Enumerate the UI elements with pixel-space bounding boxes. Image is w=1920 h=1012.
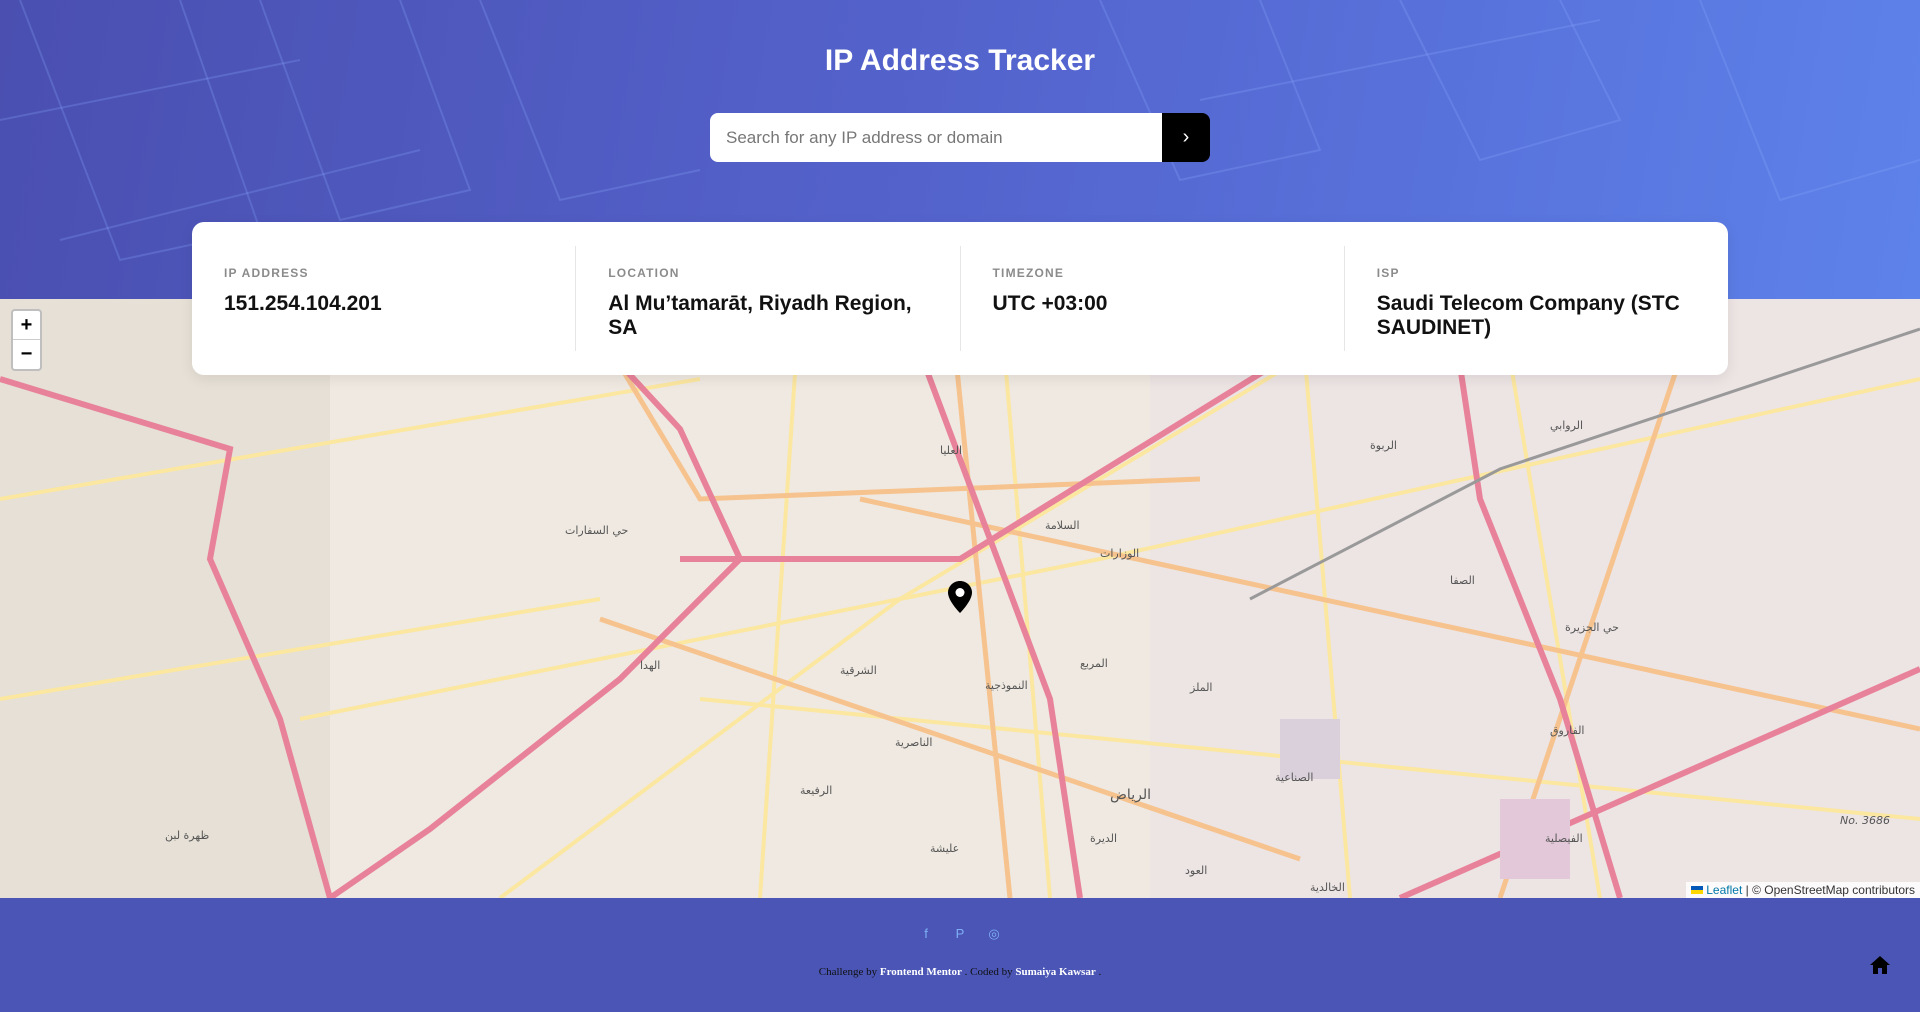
info-label: ISP — [1376, 266, 1400, 280]
map-label: No. 3686 — [1840, 814, 1890, 827]
frontend-mentor-link[interactable]: Frontend Mentor — [880, 966, 962, 978]
search-input[interactable] — [710, 113, 1162, 162]
map-label: الملز — [1189, 681, 1212, 694]
instagram-icon[interactable]: ◎ — [988, 926, 1000, 942]
info-location: LOCATION Al Mu’tamarāt, Riyadh Region, SA — [576, 246, 961, 351]
map-label: ظهرة لبن — [165, 829, 209, 842]
map-label: الرفيعة — [800, 784, 832, 797]
info-label: LOCATION — [608, 266, 680, 280]
map-label: النموذجية — [985, 679, 1028, 692]
home-icon[interactable] — [1870, 956, 1890, 974]
map-attribution: Leaflet | © OpenStreetMap contributors — [1686, 882, 1920, 898]
credit-text: Challenge by — [818, 966, 878, 978]
map-label: حي الجزيرة — [1565, 621, 1619, 634]
social-links: f P ◎ — [0, 926, 1920, 942]
map-label: الفيصلية — [1545, 832, 1583, 845]
leaflet-link[interactable]: Leaflet — [1706, 883, 1742, 897]
credit-text: . Coded by — [964, 966, 1013, 978]
info-value: UTC +03:00 — [992, 292, 1108, 315]
map-label: حي السفارات — [565, 524, 628, 537]
map-label: الخالدية — [1310, 881, 1345, 894]
chevron-right-icon: › — [1182, 126, 1190, 148]
zoom-in-button[interactable]: + — [13, 311, 40, 340]
map-pin-icon[interactable] — [948, 581, 972, 613]
info-label: IP ADDRESS — [224, 266, 309, 280]
info-value: Al Mu’tamarāt, Riyadh Region, SA — [608, 292, 912, 339]
facebook-icon[interactable]: f — [920, 926, 932, 942]
info-label: TIMEZONE — [992, 266, 1065, 280]
map-label: الروابي — [1550, 419, 1583, 432]
info-value: Saudi Telecom Company (STC SAUDINET) — [1376, 292, 1680, 339]
map-label: الناصرية — [895, 736, 932, 749]
zoom-control: + − — [11, 309, 42, 371]
footer: f P ◎ Challenge by Frontend Mentor . Cod… — [0, 898, 1920, 1012]
attribution-text: | © OpenStreetMap contributors — [1745, 883, 1915, 897]
attribution: Challenge by Frontend Mentor . Coded by … — [0, 966, 1920, 978]
map-label: الفاروق — [1550, 724, 1584, 737]
ukraine-flag-icon — [1691, 886, 1704, 894]
map-label: الصفا — [1450, 574, 1475, 587]
credit-text: . — [1098, 966, 1102, 978]
map-label: الصناعية — [1275, 771, 1313, 784]
map-label: الرياض — [1110, 787, 1151, 803]
search-form: › — [710, 113, 1210, 162]
search-submit-button[interactable]: › — [1162, 113, 1210, 162]
map-label: السلامة — [1045, 519, 1080, 532]
info-isp: ISP Saudi Telecom Company (STC SAUDINET) — [1345, 246, 1728, 351]
info-ip-address: IP ADDRESS 151.254.104.201 — [192, 246, 577, 351]
map-label: الهدا — [640, 659, 660, 672]
map-label: الوزارات — [1100, 547, 1139, 560]
map-label: المربع — [1080, 657, 1108, 670]
map[interactable]: حي السفارات العليا الهدا الشرقية النموذج… — [0, 299, 1920, 898]
info-value: 151.254.104.201 — [224, 292, 382, 315]
map-label: الشرقية — [840, 664, 877, 677]
zoom-out-button[interactable]: − — [13, 340, 40, 369]
map-label: عليشة — [930, 842, 959, 855]
map-label: الربوة — [1370, 439, 1397, 452]
map-label: الديرة — [1090, 832, 1117, 845]
page-title: IP Address Tracker — [824, 44, 1096, 77]
map-label: العليا — [940, 444, 962, 457]
ip-info-card: IP ADDRESS 151.254.104.201 LOCATION Al Mu’… — [192, 222, 1728, 375]
author-link[interactable]: Sumaiya Kawsar — [1015, 966, 1095, 978]
info-timezone: TIMEZONE UTC +03:00 — [961, 246, 1345, 351]
pinterest-icon[interactable]: P — [954, 926, 966, 942]
map-label: العود — [1185, 864, 1207, 877]
